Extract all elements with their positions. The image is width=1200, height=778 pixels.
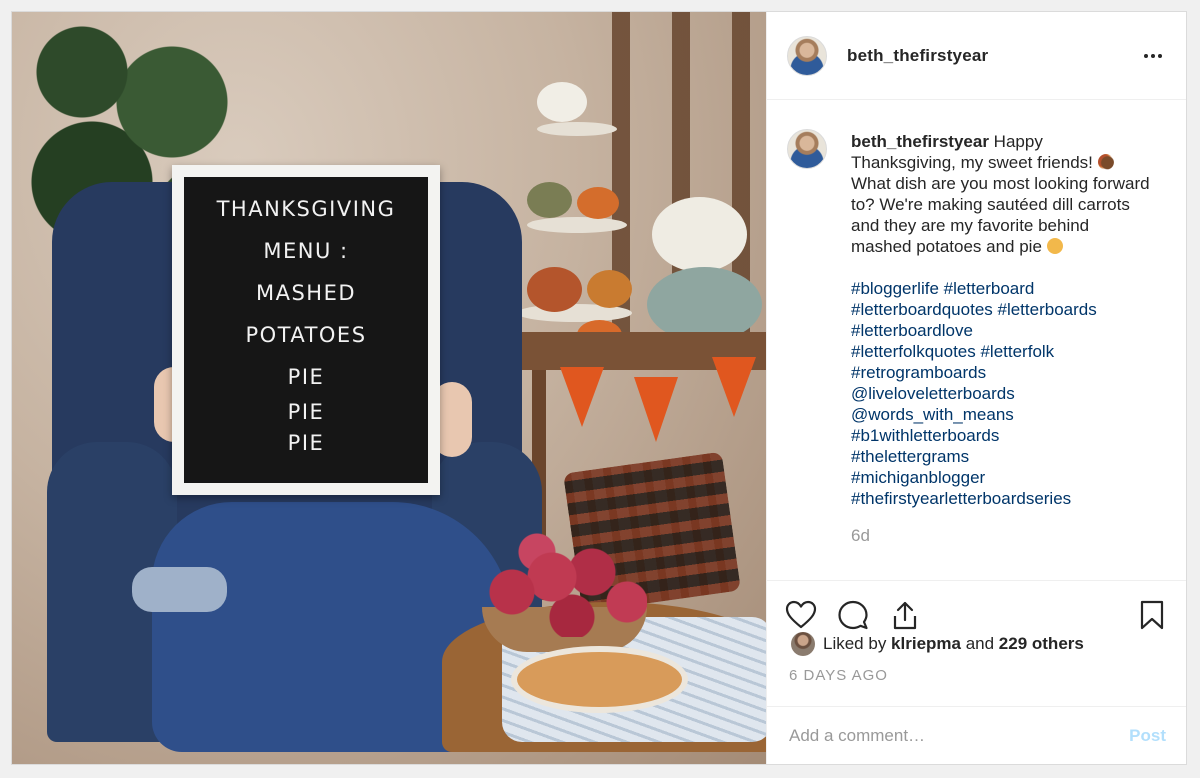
photo-pie — [517, 652, 682, 707]
hashtag-link[interactable]: #letterfolkquotes #letterfolk — [851, 341, 1151, 362]
letterboard-line: THANKSGIVING — [216, 197, 396, 221]
letterboard-line: MASHED — [255, 281, 357, 305]
hashtag-link[interactable]: #michiganblogger — [851, 467, 1151, 488]
post-date[interactable]: 6 DAYS AGO — [789, 667, 888, 684]
photo-pumpkin — [537, 82, 587, 122]
caption-username[interactable]: beth_thefirstyear — [851, 132, 989, 151]
comment-input[interactable] — [787, 724, 1130, 747]
post-comment-button[interactable]: Post — [1129, 726, 1166, 746]
post-sidebar: beth_thefirstyear beth_thefirstyear Happ… — [766, 12, 1186, 764]
liker-avatar[interactable] — [791, 632, 815, 656]
caption-avatar[interactable] — [787, 129, 827, 169]
mention-link[interactable]: @words_with_means — [851, 404, 1151, 425]
post-header: beth_thefirstyear — [767, 12, 1186, 100]
letterboard: THANKSGIVING MENU : MASHED POTATOES PIE … — [172, 165, 440, 495]
letterboard-line: MENU : — [263, 239, 349, 263]
hashtag-link[interactable]: #thefirstyearletterboardseries — [851, 488, 1151, 509]
like-icon[interactable] — [785, 599, 817, 631]
hashtag-link[interactable]: #bloggerlife #letterboard — [851, 278, 1151, 299]
letterboard-line: PIE — [287, 365, 325, 389]
photo-bunting-flag — [712, 357, 756, 417]
mention-link[interactable]: @liveloveletterboards — [851, 383, 1151, 404]
comment-bar: Post — [767, 706, 1186, 764]
letterboard-line: PIE — [287, 400, 325, 424]
photo-potatoes — [482, 532, 647, 637]
photo-pumpkin — [527, 182, 572, 218]
likes-prefix: Liked by — [823, 634, 892, 653]
likes-count[interactable]: 229 others — [999, 634, 1084, 654]
post-photo[interactable]: THANKSGIVING MENU : MASHED POTATOES PIE … — [12, 12, 766, 764]
post-card: THANKSGIVING MENU : MASHED POTATOES PIE … — [11, 11, 1187, 765]
letterboard-face: THANKSGIVING MENU : MASHED POTATOES PIE … — [184, 177, 428, 483]
save-icon[interactable] — [1136, 599, 1168, 631]
comment-icon[interactable] — [837, 599, 869, 631]
letterboard-line: POTATOES — [245, 323, 367, 347]
header-username[interactable]: beth_thefirstyear — [847, 46, 988, 66]
more-icon[interactable] — [1144, 54, 1166, 60]
photo-pumpkin — [587, 270, 632, 308]
photo-pumpkin — [527, 267, 582, 312]
hashtag-link[interactable]: #letterboardquotes #letterboards — [851, 299, 1151, 320]
photo-pumpkin — [652, 197, 747, 272]
caption-text: beth_thefirstyear Happy Thanksgiving, my… — [851, 131, 1151, 546]
photo-tier — [537, 122, 617, 136]
photo-pumpkin — [577, 187, 619, 219]
hashtag-link[interactable]: #letterboardlove — [851, 320, 1151, 341]
caption-text-2: What dish are you most looking forward t… — [851, 174, 1150, 256]
likes-middle: and — [960, 634, 999, 653]
avatar[interactable] — [787, 35, 827, 76]
hashtag-link[interactable]: #retrogramboards — [851, 362, 1151, 383]
photo-pumpkin — [647, 267, 762, 342]
hashtag-link[interactable]: #thelettergrams — [851, 446, 1151, 467]
hashtag-list: #bloggerlife #letterboard #letterboardqu… — [851, 278, 1151, 509]
hashtag-link[interactable]: #b1withletterboards — [851, 425, 1151, 446]
letterboard-line: PIE — [287, 431, 325, 455]
caption-time[interactable]: 6d — [851, 525, 1151, 546]
caption-area: beth_thefirstyear Happy Thanksgiving, my… — [767, 101, 1186, 579]
photo-sock — [132, 567, 227, 612]
liker-username[interactable]: klriepma — [891, 634, 961, 654]
photo-bunting-flag — [634, 377, 678, 442]
likes-summary: Liked by klriepma and 229 others — [791, 632, 1084, 656]
share-icon[interactable] — [889, 599, 921, 631]
photo-tier — [527, 217, 627, 233]
caption-row: beth_thefirstyear Happy Thanksgiving, my… — [787, 129, 1166, 546]
photo-bunting-flag — [560, 367, 604, 427]
turkey-emoji-icon — [1097, 154, 1114, 170]
yum-emoji-icon — [1046, 238, 1063, 254]
